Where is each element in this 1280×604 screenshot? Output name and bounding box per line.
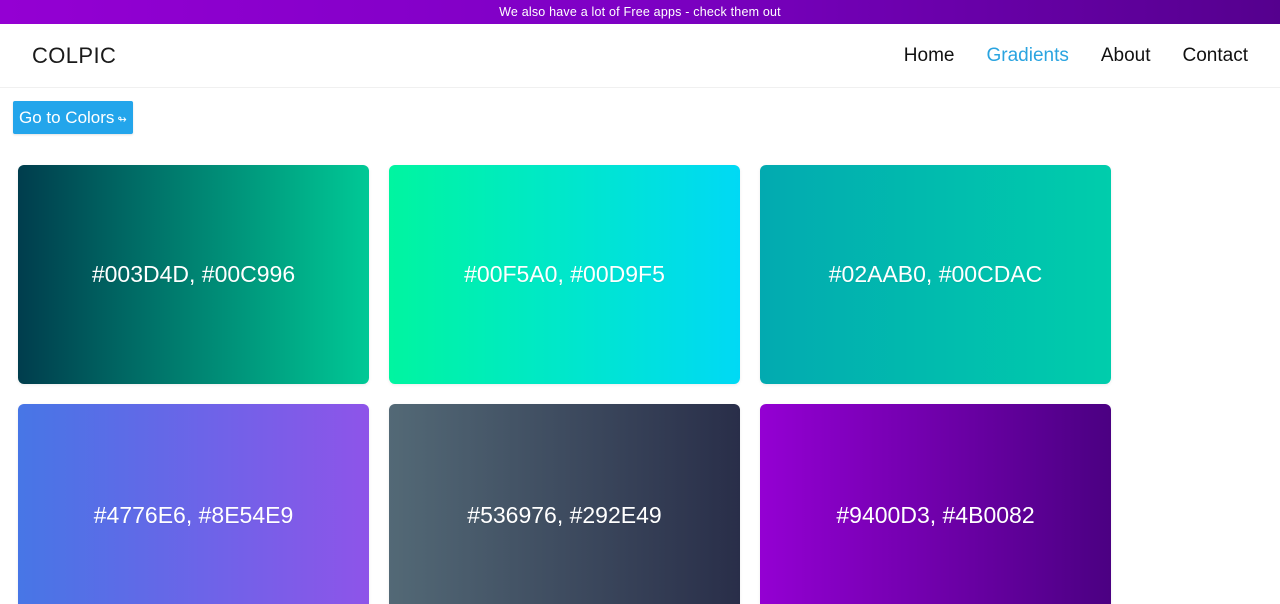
gradient-card[interactable]: #003D4D, #00C996 bbox=[18, 165, 369, 384]
nav-link-home[interactable]: Home bbox=[904, 45, 955, 67]
gradient-card[interactable]: #02AAB0, #00CDAC bbox=[760, 165, 1111, 384]
go-to-colors-label: Go to Colors bbox=[19, 108, 115, 127]
nav-links: Home Gradients About Contact bbox=[872, 24, 1248, 88]
promo-banner-text[interactable]: We also have a lot of Free apps - check … bbox=[499, 5, 781, 19]
gradient-card[interactable]: #4776E6, #8E54E9 bbox=[18, 404, 369, 604]
nav-link-about[interactable]: About bbox=[1101, 45, 1151, 67]
gradient-card-label: #00F5A0, #00D9F5 bbox=[464, 261, 665, 287]
gradient-card-label: #4776E6, #8E54E9 bbox=[93, 501, 294, 528]
promo-banner[interactable]: We also have a lot of Free apps - check … bbox=[0, 0, 1280, 24]
arrow-icon: ↬ bbox=[117, 114, 127, 126]
brand-logo[interactable]: COLPIC bbox=[32, 24, 116, 88]
gradient-card[interactable]: #9400D3, #4B0082 bbox=[760, 404, 1111, 604]
gradient-card-label: #02AAB0, #00CDAC bbox=[828, 261, 1043, 287]
gradient-card[interactable]: #00F5A0, #00D9F5 bbox=[389, 165, 740, 384]
gradient-card-label: #536976, #292E49 bbox=[467, 501, 662, 528]
nav-link-gradients[interactable]: Gradients bbox=[986, 45, 1068, 67]
gradient-card[interactable]: #536976, #292E49 bbox=[389, 404, 740, 604]
nav-link-contact[interactable]: Contact bbox=[1183, 45, 1248, 67]
top-navbar: COLPIC Home Gradients About Contact bbox=[0, 24, 1280, 88]
go-to-colors-button[interactable]: Go to Colors ↬ bbox=[13, 101, 133, 134]
gradient-card-label: #003D4D, #00C996 bbox=[91, 261, 296, 287]
gradient-card-label: #9400D3, #4B0082 bbox=[836, 501, 1035, 528]
